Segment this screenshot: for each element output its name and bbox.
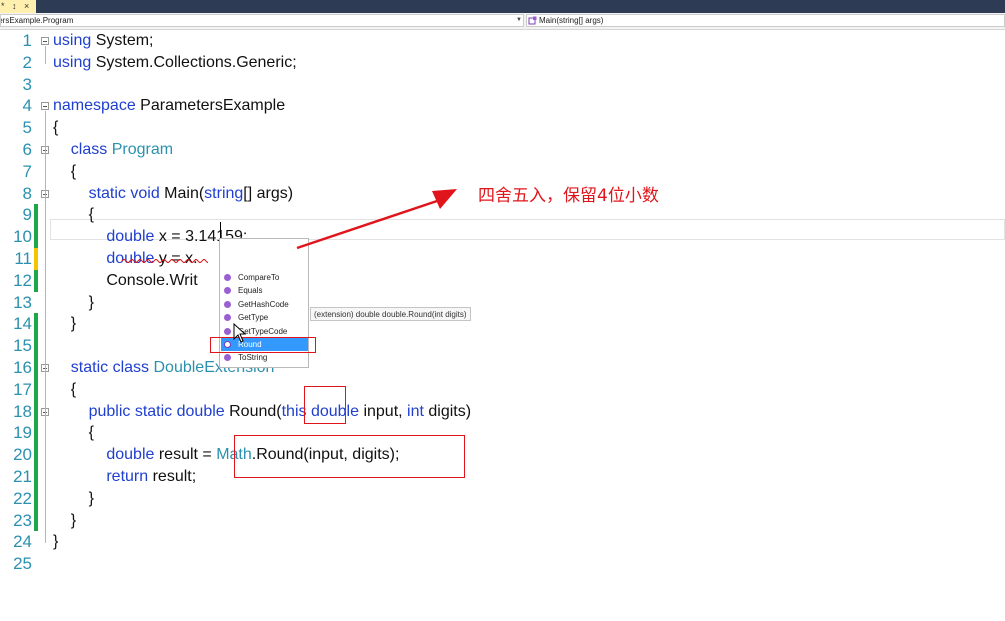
mouse-cursor-icon xyxy=(233,323,247,343)
outline-guide xyxy=(45,416,46,500)
collapse-icon[interactable] xyxy=(41,37,49,45)
collapse-icon[interactable] xyxy=(41,102,49,111)
outline-guide xyxy=(45,198,46,304)
outline-guide xyxy=(45,46,46,64)
annotation-text: 四舍五入，保留4位小数 xyxy=(478,186,659,206)
annotation-arrow-icon xyxy=(296,189,457,250)
